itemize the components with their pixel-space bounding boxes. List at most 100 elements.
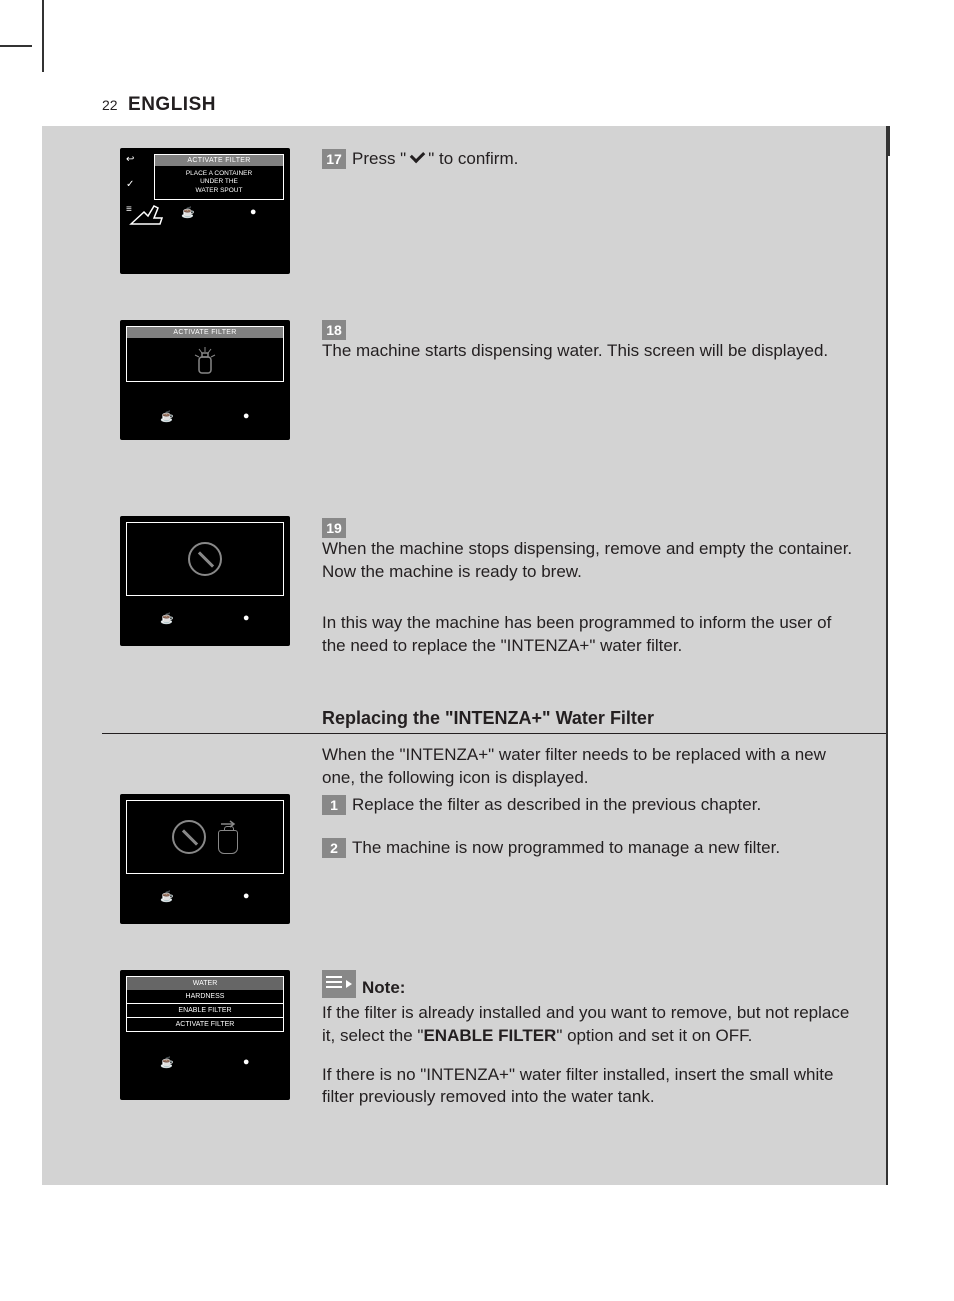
step-number-18: 18: [322, 320, 346, 340]
device-buttons-18: ☕ ●: [126, 382, 284, 423]
step-19-row: ☕ ● 19 When the machine stops dispensing…: [42, 516, 888, 658]
replace-intro-text: When the "INTENZA+" water filter needs t…: [298, 744, 858, 790]
crop-mark-right: [888, 126, 890, 156]
water-spray-icon: [127, 343, 283, 379]
content-panel: ↩ ✓ ≡ ACTIVATE FILTER PLACE A CONTAINER …: [42, 126, 888, 1185]
text-17: 17 Press " " to confirm.: [298, 148, 858, 171]
gap: [322, 584, 858, 612]
step-17-post: " to confirm.: [428, 148, 518, 171]
illustration-18: ACTIVATE FILTER: [42, 320, 298, 440]
hand-pointer-icon: [126, 194, 174, 230]
language-label: ENGLISH: [128, 94, 216, 115]
crop-mark-vertical: [42, 0, 44, 72]
cup-icon: ☕: [160, 612, 174, 625]
line1: PLACE A CONTAINER: [157, 170, 281, 178]
screen-frame-19: [126, 522, 284, 596]
crop-mark-horizontal: [0, 45, 32, 47]
gap: [322, 1048, 858, 1064]
step-17-row: ↩ ✓ ≡ ACTIVATE FILTER PLACE A CONTAINER …: [42, 148, 888, 274]
page-area: 22 ENGLISH ↩ ✓ ≡ ACTIVATE FILTER: [42, 70, 888, 1185]
bean-icon: ●: [250, 206, 257, 219]
section-title: Replacing the "INTENZA+" Water Filter: [102, 708, 888, 733]
step-18-row: ACTIVATE FILTER: [42, 320, 888, 440]
screen-frame-replace: [126, 800, 284, 874]
cup-icon: ☕: [181, 206, 195, 219]
step-19-line: 19 When the machine stops dispensing, re…: [322, 516, 858, 584]
screen-title-18: ACTIVATE FILTER: [127, 327, 283, 338]
note-text-col: Note: If the filter is already installed…: [298, 970, 858, 1110]
filter-cartridge-icon: [218, 830, 238, 854]
note-p1: If the filter is already installed and y…: [322, 1002, 858, 1048]
device-screen-menu: WATER HARDNESS ENABLE FILTER ACTIVATE FI…: [120, 970, 290, 1100]
spacer: [42, 290, 888, 320]
spacer: [42, 456, 888, 516]
note-header: Note:: [322, 970, 858, 998]
step-17-line: 17 Press " " to confirm.: [322, 148, 858, 171]
text-19: 19 When the machine stops dispensing, re…: [298, 516, 858, 658]
device-screen-19: ☕ ●: [120, 516, 290, 646]
filter-arrow-group: [218, 820, 238, 854]
back-icon: ↩: [126, 154, 134, 165]
crop-mark-inner: [886, 126, 888, 1185]
menu-row-activate: ACTIVATE FILTER: [126, 1018, 284, 1032]
device-screen-17: ↩ ✓ ≡ ACTIVATE FILTER PLACE A CONTAINER …: [120, 148, 290, 274]
device-buttons-19: ☕ ●: [126, 596, 284, 625]
illustration-menu: WATER HARDNESS ENABLE FILTER ACTIVATE FI…: [42, 970, 298, 1100]
cup-icon: ☕: [160, 1056, 174, 1069]
screen-body: PLACE A CONTAINER UNDER THE WATER SPOUT: [155, 166, 283, 199]
page-number: 22: [102, 97, 118, 113]
cup-icon: ☕: [160, 890, 174, 903]
step-18-line: 18 The machine starts dispensing water. …: [322, 320, 858, 363]
step-number-1: 1: [322, 795, 346, 815]
cup-icon: ☕: [160, 410, 174, 423]
step-2-text: The machine is now programmed to manage …: [352, 837, 780, 860]
menu-row-enable: ENABLE FILTER: [126, 1004, 284, 1018]
step-1-text: Replace the filter as described in the p…: [352, 794, 761, 817]
step-17-pre: Press ": [352, 148, 406, 171]
note-label: Note:: [362, 978, 405, 998]
line2: UNDER THE: [157, 178, 281, 186]
device-screen-18: ACTIVATE FILTER: [120, 320, 290, 440]
text-18: 18 The machine starts dispensing water. …: [298, 320, 858, 363]
spacer: [42, 940, 888, 970]
note-icon: [322, 970, 356, 998]
note-p1-bold: ENABLE FILTER: [423, 1026, 556, 1045]
step-18-text: The machine starts dispensing water. Thi…: [322, 340, 828, 363]
menu-frame: WATER HARDNESS ENABLE FILTER ACTIVATE FI…: [126, 976, 284, 1032]
section-heading: Replacing the "INTENZA+" Water Filter: [102, 708, 888, 734]
step-19-text: When the machine stops dispensing, remov…: [322, 538, 858, 584]
menu-header: WATER: [126, 976, 284, 990]
menu-row-hardness: HARDNESS: [126, 990, 284, 1004]
checkmark-icon: [408, 150, 426, 168]
note-p1-b: " option and set it on OFF.: [556, 1026, 752, 1045]
screen-title: ACTIVATE FILTER: [155, 155, 283, 166]
line3: WATER SPOUT: [157, 187, 281, 195]
screen-frame-18: ACTIVATE FILTER: [126, 326, 284, 382]
step-number-2: 2: [322, 838, 346, 858]
illustration-17: ↩ ✓ ≡ ACTIVATE FILTER PLACE A CONTAINER …: [42, 148, 298, 274]
slash-circle-icon: [172, 820, 206, 854]
replace-steps-row: ☕ ● 1 Replace the filter as described in…: [42, 794, 888, 924]
bean-icon: ●: [243, 410, 250, 423]
check-icon: ✓: [126, 179, 134, 190]
bean-icon: ●: [243, 612, 250, 625]
page-header: 22 ENGLISH: [42, 70, 888, 126]
step-2-line: 2 The machine is now programmed to manag…: [322, 837, 858, 860]
ready-icon: [188, 542, 222, 576]
info-19: In this way the machine has been program…: [322, 612, 858, 658]
replace-steps-text: 1 Replace the filter as described in the…: [298, 794, 858, 860]
step-1-line: 1 Replace the filter as described in the…: [322, 794, 858, 817]
step-number-17: 17: [322, 149, 346, 169]
replace-intro: When the "INTENZA+" water filter needs t…: [322, 744, 858, 790]
device-buttons-replace: ☕ ●: [126, 874, 284, 903]
bean-icon: ●: [243, 1056, 250, 1069]
bean-icon: ●: [243, 890, 250, 903]
device-buttons-menu: ☕ ●: [126, 1032, 284, 1069]
step-number-19: 19: [322, 518, 346, 538]
note-p2: If there is no "INTENZA+" water filter i…: [322, 1064, 858, 1110]
illustration-replace: ☕ ●: [42, 794, 298, 924]
note-row: WATER HARDNESS ENABLE FILTER ACTIVATE FI…: [42, 970, 888, 1110]
illustration-19: ☕ ●: [42, 516, 298, 646]
replace-intro-row: When the "INTENZA+" water filter needs t…: [42, 744, 888, 790]
device-screen-replace: ☕ ●: [120, 794, 290, 924]
